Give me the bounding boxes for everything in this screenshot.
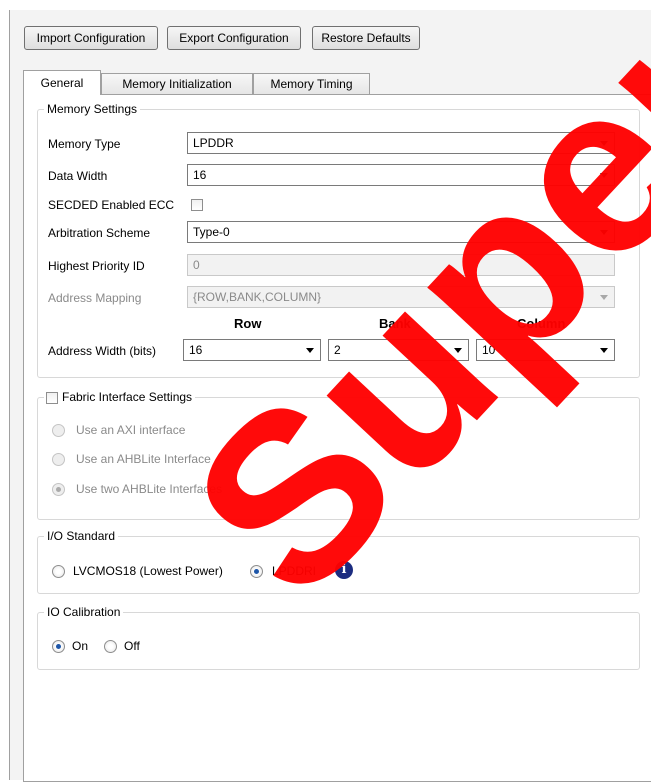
- secded-label: SECDED Enabled ECC: [48, 198, 175, 212]
- highest-priority-id-value: 0: [193, 258, 200, 272]
- arbitration-scheme-select[interactable]: Type-0: [187, 221, 615, 243]
- ahblite-interface-label: Use an AHBLite Interface: [76, 452, 211, 466]
- bank-column-header: Bank: [379, 316, 411, 331]
- lvcmos18-radio[interactable]: [52, 565, 65, 578]
- memory-type-select[interactable]: LPDDR: [187, 132, 615, 154]
- address-width-bank-value: 2: [334, 343, 341, 357]
- memory-type-label: Memory Type: [48, 137, 121, 151]
- ahblite-interface-radio[interactable]: [52, 453, 65, 466]
- secded-checkbox[interactable]: [191, 199, 203, 211]
- address-mapping-value: {ROW,BANK,COLUMN}: [193, 290, 322, 304]
- info-icon[interactable]: i: [335, 561, 353, 579]
- address-width-column-select[interactable]: 10: [476, 339, 615, 361]
- two-ahblite-interfaces-radio[interactable]: [52, 483, 65, 496]
- address-width-label: Address Width (bits): [48, 344, 157, 358]
- data-width-label: Data Width: [48, 169, 108, 183]
- tab-general[interactable]: General: [23, 70, 101, 95]
- io-standard-group: I/O Standard LVCMOS18 (Lowest Power) LPD…: [37, 529, 640, 594]
- arbitration-scheme-value: Type-0: [193, 225, 230, 239]
- calibration-on-label: On: [72, 639, 89, 653]
- row-column-header: Row: [234, 316, 262, 331]
- axi-interface-radio[interactable]: [52, 424, 65, 437]
- calibration-off-radio[interactable]: [104, 640, 117, 653]
- io-standard-legend: I/O Standard: [44, 529, 119, 543]
- highest-priority-id-input[interactable]: 0: [187, 254, 615, 276]
- memory-type-value: LPDDR: [193, 136, 234, 150]
- lpddri-radio[interactable]: [250, 565, 263, 578]
- highest-priority-id-label: Highest Priority ID: [48, 259, 145, 273]
- memory-settings-legend: Memory Settings: [44, 102, 141, 116]
- tab-memory-initialization[interactable]: Memory Initialization: [101, 73, 253, 95]
- two-ahblite-interfaces-label: Use two AHBLite Interfaces: [76, 482, 223, 496]
- address-width-bank-select[interactable]: 2: [328, 339, 469, 361]
- tab-memory-timing[interactable]: Memory Timing: [253, 73, 370, 95]
- io-calibration-legend: IO Calibration: [44, 605, 124, 619]
- address-width-row-select[interactable]: 16: [183, 339, 321, 361]
- address-width-row-value: 16: [189, 343, 203, 357]
- calibration-on-radio[interactable]: [52, 640, 65, 653]
- data-width-select[interactable]: 16: [187, 164, 615, 186]
- lpddri-label: LPDDRI: [272, 564, 317, 578]
- chevron-down-icon: [306, 348, 314, 353]
- chevron-down-icon: [600, 141, 608, 146]
- address-mapping-label: Address Mapping: [48, 291, 142, 305]
- address-width-column-value: 10: [482, 343, 496, 357]
- chevron-down-icon: [600, 348, 608, 353]
- memory-settings-group: Memory Settings Memory Type LPDDR Data W…: [37, 102, 640, 378]
- configurator-window: Import Configuration Export Configuratio…: [9, 10, 651, 782]
- arbitration-scheme-label: Arbitration Scheme: [48, 226, 151, 240]
- address-mapping-select[interactable]: {ROW,BANK,COLUMN}: [187, 286, 615, 308]
- fabric-interface-group: Fabric Interface Settings Use an AXI int…: [37, 390, 640, 520]
- fabric-interface-legend: Fabric Interface Settings: [44, 390, 196, 404]
- axi-interface-label: Use an AXI interface: [76, 423, 186, 437]
- io-calibration-group: IO Calibration On Off: [37, 605, 640, 670]
- fabric-interface-checkbox[interactable]: [46, 392, 58, 404]
- chevron-down-icon: [600, 173, 608, 178]
- lvcmos18-label: LVCMOS18 (Lowest Power): [73, 564, 223, 578]
- export-configuration-button[interactable]: Export Configuration: [167, 26, 301, 50]
- chevron-down-icon: [454, 348, 462, 353]
- import-configuration-button[interactable]: Import Configuration: [24, 26, 158, 50]
- chevron-down-icon: [600, 295, 608, 300]
- general-tab-panel: Memory Settings Memory Type LPDDR Data W…: [23, 94, 651, 782]
- data-width-value: 16: [193, 168, 207, 182]
- chevron-down-icon: [600, 230, 608, 235]
- column-column-header: Column: [517, 316, 566, 331]
- restore-defaults-button[interactable]: Restore Defaults: [312, 26, 420, 50]
- calibration-off-label: Off: [124, 639, 140, 653]
